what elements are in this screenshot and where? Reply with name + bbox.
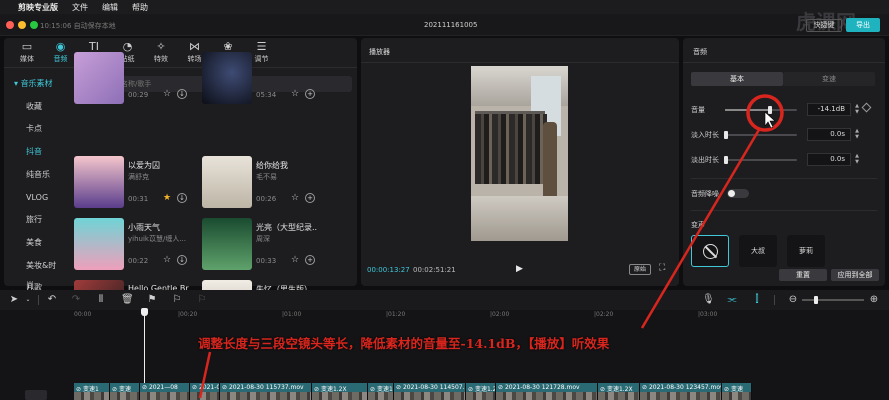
annotation-arrow-line [640, 127, 762, 329]
mouse-cursor-icon [764, 111, 776, 129]
annotation-text: 调整长度与三段空镜头等长，降低素材的音量至-14.1dB，【播放】听效果 [198, 336, 610, 351]
annotation-pointer-line [198, 351, 212, 399]
